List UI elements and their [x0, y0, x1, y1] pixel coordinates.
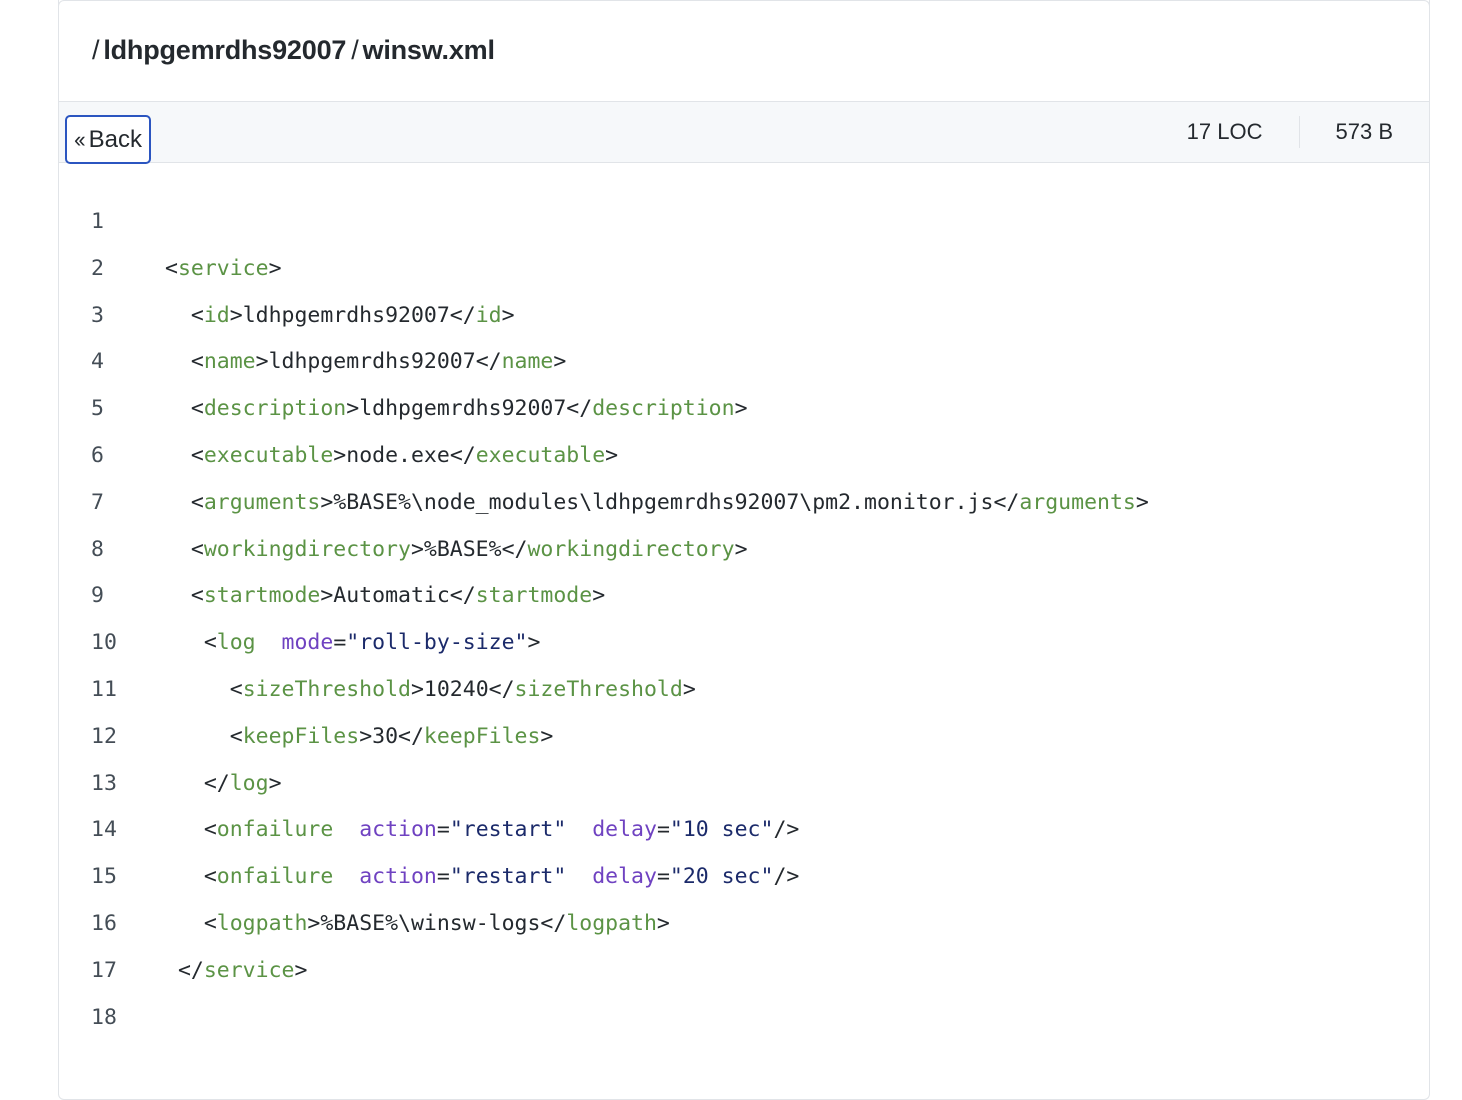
code-line: 8 <workingdirectory>%BASE%</workingdirec…: [59, 537, 1429, 584]
line-content: <sizeThreshold>10240</sizeThreshold>: [229, 676, 696, 702]
file-size: 573 B: [1335, 119, 1394, 144]
file-toolbar: ‹‹ Back 17 LOC 573 B: [59, 101, 1429, 164]
line-number: 9: [91, 583, 104, 609]
line-number: 8: [91, 536, 104, 562]
line-content: <workingdirectory>%BASE%</workingdirecto…: [190, 536, 748, 562]
line-content: <onfailure action="restart" delay="20 se…: [203, 864, 800, 890]
line-number: 13: [91, 770, 117, 796]
line-content: </log>: [203, 770, 282, 796]
line-number: 16: [91, 910, 117, 936]
code-line: 18: [59, 1005, 1429, 1052]
line-number: 18: [91, 1004, 117, 1030]
line-content: <service>: [165, 255, 282, 281]
code-line: 2 <service>: [59, 256, 1429, 303]
line-content: <logpath>%BASE%\winsw-logs</logpath>: [203, 910, 670, 936]
code-line: 14 <onfailure action="restart" delay="10…: [59, 817, 1429, 864]
path-separator: /: [92, 35, 100, 65]
line-number: 7: [91, 489, 104, 515]
line-content: <keepFiles>30</keepFiles>: [229, 723, 554, 749]
code-line: 1: [59, 209, 1429, 256]
file-path-breadcrumb: / ldhpgemrdhs92007 / winsw.xml: [59, 0, 1429, 101]
file-stats: 17 LOC 573 B: [1187, 102, 1393, 162]
breadcrumb-file: winsw.xml: [362, 35, 495, 65]
line-content: <description>ldhpgemrdhs92007</descripti…: [190, 396, 748, 422]
line-content: <executable>node.exe</executable>: [190, 442, 619, 468]
code-line: 11 <sizeThreshold>10240</sizeThreshold>: [59, 677, 1429, 724]
line-content: </service>: [177, 957, 308, 983]
code-line: 10 <log mode="roll-by-size">: [59, 630, 1429, 677]
line-content: <startmode>Automatic</startmode>: [190, 583, 606, 609]
back-button[interactable]: ‹‹ Back: [65, 115, 151, 164]
lines-of-code: 17 LOC: [1186, 119, 1263, 144]
code-line: 12 <keepFiles>30</keepFiles>: [59, 724, 1429, 771]
code-line: 5 <description>ldhpgemrdhs92007</descrip…: [59, 396, 1429, 443]
line-content: <name>ldhpgemrdhs92007</name>: [190, 349, 567, 375]
code-line: 4 <name>ldhpgemrdhs92007</name>: [59, 349, 1429, 396]
code-line: 9 <startmode>Automatic</startmode>: [59, 583, 1429, 630]
code-line: 17 </service>: [59, 958, 1429, 1005]
line-number: 10: [91, 630, 117, 656]
line-number: 5: [91, 396, 104, 422]
line-number: 12: [91, 723, 117, 749]
line-number: 14: [91, 817, 117, 843]
code-line: 3 <id>ldhpgemrdhs92007</id>: [59, 303, 1429, 350]
line-number: 1: [91, 209, 104, 234]
breadcrumb-repo[interactable]: ldhpgemrdhs92007: [103, 35, 346, 66]
line-number: 3: [91, 302, 104, 328]
line-number: 15: [91, 864, 117, 890]
line-content: <log mode="roll-by-size">: [203, 630, 541, 656]
line-number: 4: [91, 349, 104, 375]
line-content: <onfailure action="restart" delay="10 se…: [203, 817, 800, 843]
back-button-label: Back: [88, 125, 143, 153]
code-line: 13 </log>: [59, 771, 1429, 818]
code-line: 6 <executable>node.exe</executable>: [59, 443, 1429, 490]
line-content: <id>ldhpgemrdhs92007</id>: [190, 302, 515, 328]
line-number: 6: [91, 442, 104, 468]
file-viewer-card: / ldhpgemrdhs92007 / winsw.xml ‹‹ Back 17…: [58, 0, 1430, 1100]
path-separator: /: [351, 35, 359, 65]
line-content: <arguments>%BASE%\node_modules\ldhpgemrd…: [190, 489, 1149, 515]
code-line: 7 <arguments>%BASE%\node_modules\ldhpgem…: [59, 490, 1429, 537]
line-number: 2: [91, 255, 104, 281]
line-number: 11: [91, 676, 117, 702]
double-chevron-left-icon: ‹‹: [74, 126, 86, 152]
line-number: 17: [91, 957, 117, 983]
code-line: 15 <onfailure action="restart" delay="20…: [59, 864, 1429, 911]
code-view: 1 2 <service> 3 <id>ldhpgemrdhs92007</id> 4 …: [59, 209, 1429, 1051]
code-line: 16 <logpath>%BASE%\winsw-logs</logpath>: [59, 911, 1429, 958]
